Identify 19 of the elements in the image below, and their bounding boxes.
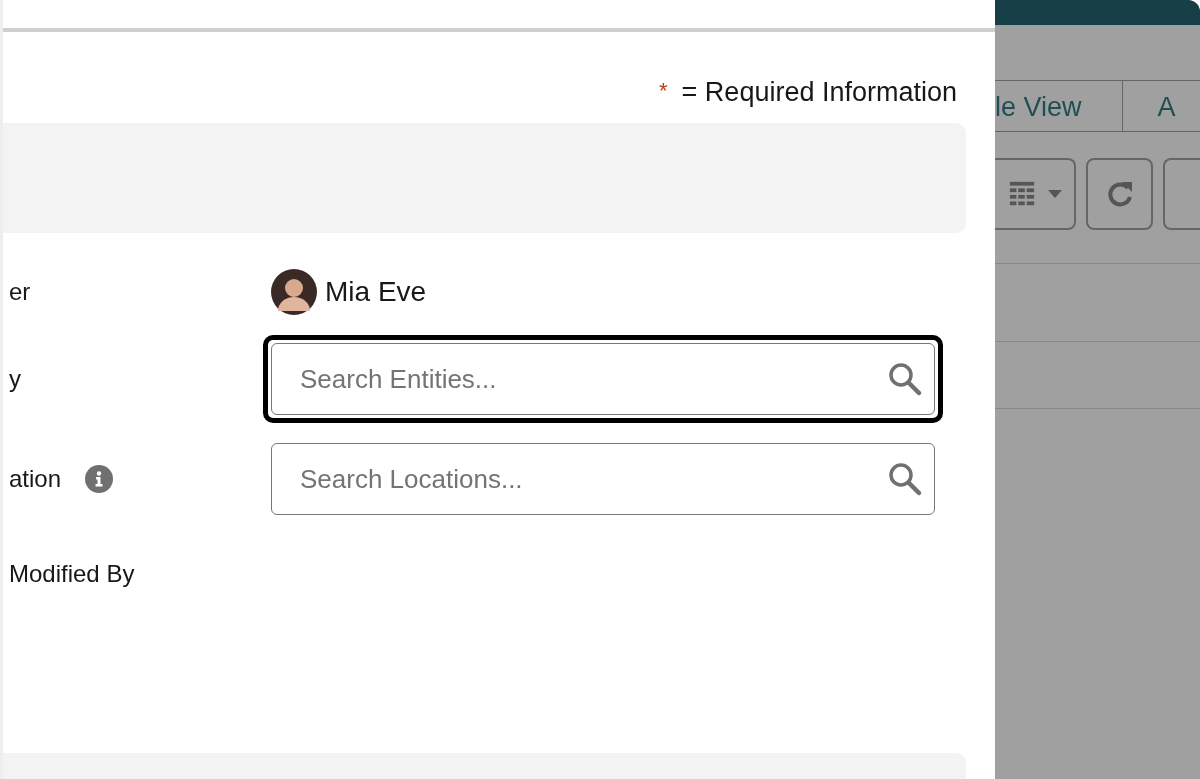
search-field[interactable]: Search Locations... <box>271 443 935 515</box>
search-field[interactable]: Search Entities... <box>271 343 935 415</box>
field-label: ation <box>9 464 62 494</box>
search-icon[interactable] <box>887 361 923 397</box>
field-label: y <box>9 364 21 394</box>
info-icon[interactable] <box>85 465 114 493</box>
table-icon <box>1007 180 1036 208</box>
required-asterisk: * <box>659 77 668 105</box>
user-name[interactable]: Mia Eve <box>325 270 427 313</box>
avatar <box>271 268 317 315</box>
search-icon[interactable] <box>887 461 923 497</box>
caret-icon <box>1047 190 1062 198</box>
view-tab[interactable]: le View <box>995 81 1123 131</box>
table-view-dropdown[interactable] <box>995 158 1077 230</box>
field-label: Modified By <box>9 559 135 589</box>
refresh-button[interactable] <box>1086 158 1153 230</box>
field-label: er <box>9 276 31 307</box>
required-legend: = Required Information <box>681 72 957 123</box>
view-tab[interactable]: A <box>1122 81 1200 131</box>
